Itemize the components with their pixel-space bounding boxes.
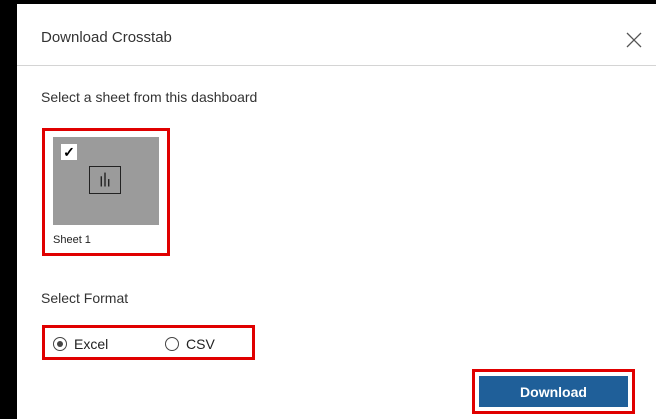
radio-excel-label: Excel xyxy=(74,336,109,352)
sheet-thumbnail[interactable]: ✓ xyxy=(53,137,159,225)
bar-chart-icon xyxy=(89,166,121,194)
radio-csv[interactable]: CSV xyxy=(165,335,215,353)
dialog-title: Download Crosstab xyxy=(41,29,172,46)
sheet-name-label: Sheet 1 xyxy=(53,234,91,246)
format-section-label: Select Format xyxy=(41,290,129,306)
sheet-section-label: Select a sheet from this dashboard xyxy=(41,89,258,105)
radio-excel-circle[interactable] xyxy=(53,337,67,351)
dialog-header: Download Crosstab xyxy=(17,4,656,66)
sheet-checkbox[interactable]: ✓ xyxy=(61,144,77,160)
download-crosstab-dialog: Download Crosstab Select a sheet from th… xyxy=(17,0,656,419)
radio-csv-circle[interactable] xyxy=(165,337,179,351)
download-button[interactable]: Download xyxy=(479,376,628,407)
radio-excel[interactable]: Excel xyxy=(53,335,108,353)
radio-csv-label: CSV xyxy=(186,336,215,352)
close-icon[interactable] xyxy=(626,32,642,48)
